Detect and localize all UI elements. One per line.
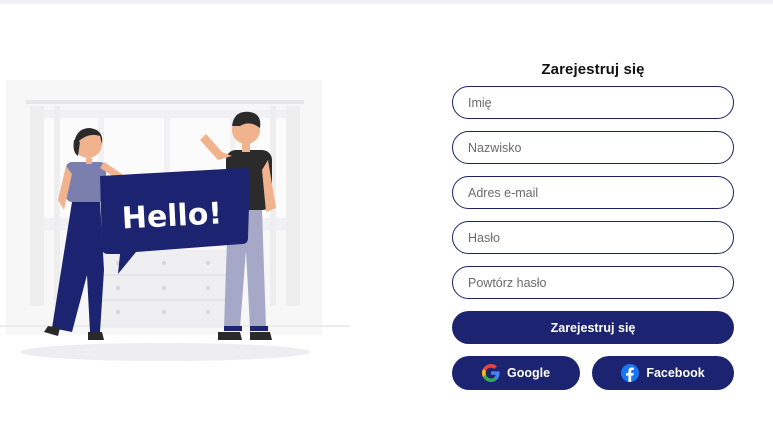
form-title: Zarejestruj się <box>541 61 645 78</box>
register-button[interactable]: Zarejestruj się <box>452 311 734 344</box>
registration-form: Zarejestruj się Zarejestruj się Google F… <box>452 58 734 390</box>
repeat-password-input[interactable] <box>452 266 734 299</box>
hello-illustration: Hello! <box>0 80 350 361</box>
hello-sign-text: Hello! <box>121 196 223 236</box>
google-button-label: Google <box>506 366 551 380</box>
facebook-signin-button[interactable]: Facebook <box>592 356 734 390</box>
email-input[interactable] <box>452 176 734 209</box>
first-name-input[interactable] <box>452 86 734 119</box>
facebook-button-label: Facebook <box>646 366 705 380</box>
google-icon <box>481 364 500 382</box>
facebook-icon <box>621 364 640 382</box>
top-bar <box>0 0 773 4</box>
last-name-input[interactable] <box>452 131 734 164</box>
password-input[interactable] <box>452 221 734 254</box>
floor-shadow <box>20 343 310 361</box>
google-signin-button[interactable]: Google <box>452 356 580 390</box>
